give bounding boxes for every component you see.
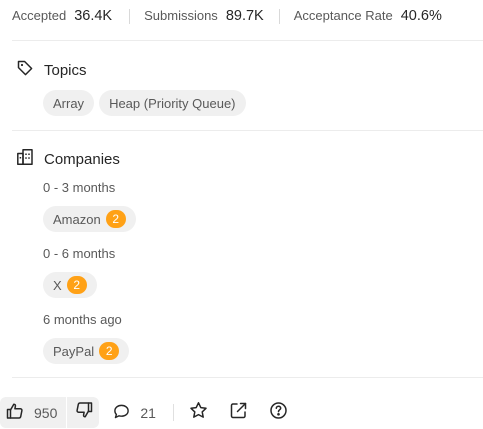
like-button[interactable]: 950 [0, 397, 66, 428]
company-tags: PayPal 2 [43, 338, 130, 364]
period-label: 0 - 6 months [43, 246, 116, 261]
help-icon [269, 401, 288, 425]
favorite-button[interactable] [189, 401, 208, 425]
company-tag[interactable]: PayPal 2 [43, 338, 130, 364]
company-count-badge: 2 [66, 276, 87, 294]
stat-label: Acceptance Rate [293, 8, 393, 23]
company-tags: X 2 [43, 272, 97, 298]
stat-value: 36.4K [74, 8, 113, 24]
divider [12, 40, 483, 41]
companies-header[interactable]: Companies [16, 148, 120, 170]
comments-button[interactable]: 21 [113, 403, 156, 423]
topic-tag[interactable]: Array [43, 90, 95, 116]
thumbs-down-icon [75, 401, 93, 424]
company-tags: Amazon 2 [43, 206, 136, 232]
help-button[interactable] [269, 401, 288, 425]
topic-tags: Array Heap (Priority Queue) [43, 90, 246, 116]
share-icon [229, 401, 248, 425]
company-name: X [53, 277, 62, 293]
divider [172, 404, 174, 421]
star-icon [189, 401, 208, 425]
divider [278, 8, 280, 24]
building-icon [16, 148, 44, 170]
divider [12, 130, 483, 131]
dislike-button[interactable] [67, 397, 99, 428]
company-name: PayPal [53, 343, 95, 359]
vote-group: 950 [0, 397, 100, 428]
tag-icon [16, 59, 44, 81]
period-label: 6 months ago [43, 312, 122, 327]
thumbs-up-icon [6, 402, 24, 423]
topic-tag[interactable]: Heap (Priority Queue) [99, 90, 246, 116]
like-count: 950 [34, 404, 58, 421]
stat-accepted: Accepted 36.4K [12, 8, 112, 24]
company-name: Amazon [53, 211, 101, 227]
stat-submissions: Submissions 89.7K [144, 8, 264, 24]
divider [129, 8, 131, 24]
stat-label: Submissions [144, 8, 218, 23]
topics-title: Topics [44, 61, 87, 79]
stats-row: Accepted 36.4K Submissions 89.7K Accepta… [12, 5, 483, 27]
comment-icon [113, 403, 140, 423]
topics-header[interactable]: Topics [16, 59, 87, 81]
companies-title: Companies [44, 150, 120, 168]
stat-value: 89.7K [225, 8, 264, 24]
stat-label: Accepted [12, 8, 67, 23]
share-button[interactable] [229, 401, 248, 425]
stat-value: 40.6% [400, 8, 442, 24]
action-bar: 950 21 [0, 396, 309, 429]
stat-acceptance-rate: Acceptance Rate 40.6% [294, 8, 442, 24]
company-tag[interactable]: Amazon 2 [43, 206, 136, 232]
company-count-badge: 2 [99, 342, 120, 360]
period-label: 0 - 3 months [43, 180, 116, 195]
company-tag[interactable]: X 2 [43, 272, 97, 298]
company-count-badge: 2 [105, 210, 126, 228]
divider [12, 377, 483, 378]
comment-count: 21 [140, 404, 156, 421]
